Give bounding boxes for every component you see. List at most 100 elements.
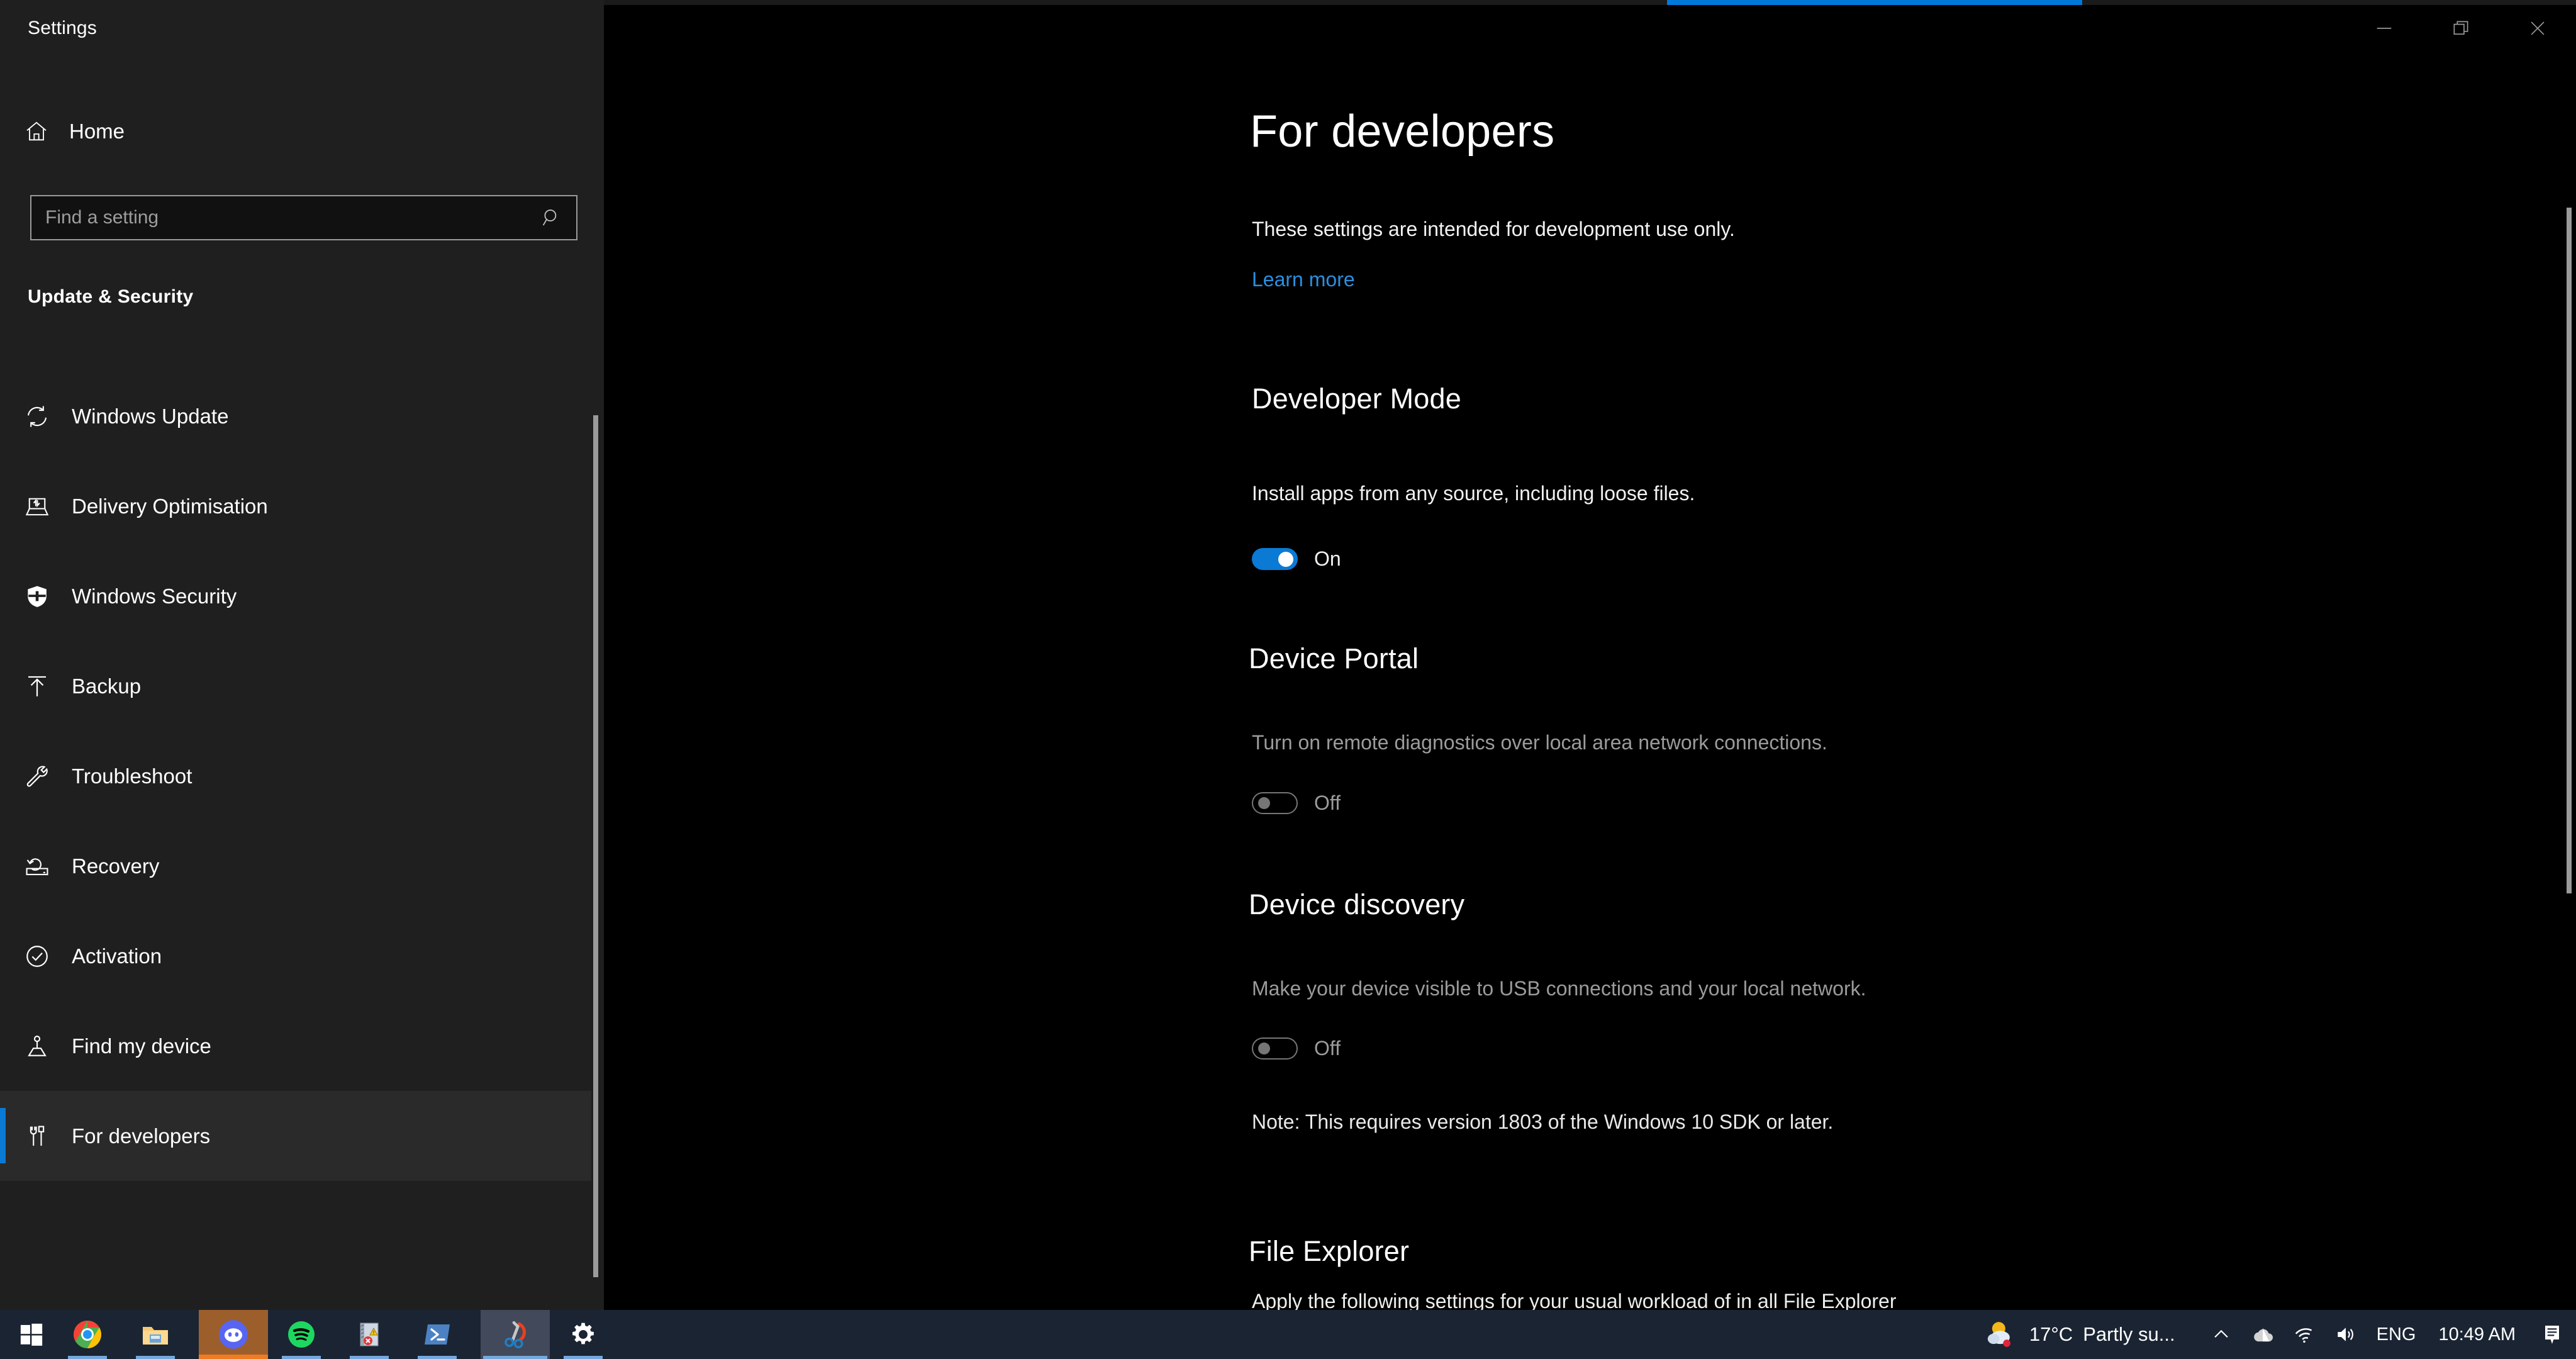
weather-description: Partly su... <box>2083 1323 2175 1345</box>
intro-text: These settings are intended for developm… <box>1252 218 1735 240</box>
map-pin-icon <box>24 1033 62 1060</box>
weather-partly-sunny-icon <box>1987 1322 2010 1347</box>
language-indicator[interactable]: ENG <box>2367 1324 2426 1345</box>
main-content: For developers These settings are intend… <box>604 5 2576 1310</box>
taskbar-running-indicator <box>483 1356 547 1359</box>
top-accent-track <box>604 0 2576 5</box>
sidebar-item-label: Troubleshoot <box>72 764 192 788</box>
sidebar-item-home[interactable]: Home <box>0 104 591 159</box>
wrench-icon <box>24 763 62 790</box>
sidebar-item-windows-security[interactable]: Windows Security <box>0 551 591 641</box>
developer-mode-toggle[interactable] <box>1252 548 1298 570</box>
device-discovery-toggle[interactable] <box>1252 1037 1298 1060</box>
device-discovery-toggle-state: Off <box>1314 1037 1341 1060</box>
gear-icon <box>572 1323 594 1345</box>
sidebar-item-activation[interactable]: Activation <box>0 911 591 1001</box>
sidebar-item-label: Windows Security <box>72 584 237 608</box>
sidebar-item-for-developers[interactable]: For developers <box>0 1091 591 1181</box>
taskbar-item-spotify[interactable] <box>277 1310 326 1359</box>
section-heading-file-explorer: File Explorer <box>1249 1235 1410 1267</box>
taskbar-item-notepad-error[interactable]: ! <box>345 1310 394 1359</box>
wifi-icon <box>2295 1328 2312 1343</box>
recovery-icon <box>24 853 62 880</box>
taskbar-item-file-explorer[interactable] <box>131 1310 180 1359</box>
tools-icon <box>24 1123 62 1149</box>
settings-sidebar: Settings Home Update & Security <box>0 0 604 1310</box>
sidebar-item-find-my-device[interactable]: Find my device <box>0 1001 591 1091</box>
sidebar-scrollbar-thumb[interactable] <box>593 415 598 1277</box>
sidebar-item-label: Delivery Optimisation <box>72 494 268 518</box>
onedrive-icon <box>2253 1328 2273 1342</box>
upload-arrow-icon <box>24 673 62 700</box>
sidebar-item-delivery-optimisation[interactable]: Delivery Optimisation <box>0 461 591 551</box>
sidebar-item-troubleshoot[interactable]: Troubleshoot <box>0 731 591 821</box>
developer-mode-toggle-row: On <box>1252 547 1341 571</box>
taskbar-item-chrome[interactable] <box>63 1310 112 1359</box>
toggle-knob <box>1258 797 1270 809</box>
discord-icon <box>219 1320 248 1349</box>
sidebar-item-windows-update[interactable]: Windows Update <box>0 371 591 461</box>
developer-mode-toggle-state: On <box>1314 547 1341 570</box>
minimize-button[interactable] <box>2346 0 2423 57</box>
taskbar-running-indicator <box>564 1356 603 1359</box>
main-scrollbar-thumb[interactable] <box>2567 208 2572 893</box>
taskbar-item-snipping-tool[interactable] <box>481 1310 550 1359</box>
learn-more-link[interactable]: Learn more <box>1252 268 1355 291</box>
taskbar-weather-widget[interactable]: 17°C Partly su... <box>1984 1317 2175 1352</box>
close-icon <box>2531 21 2545 35</box>
top-accent-fill <box>1667 0 2082 5</box>
toggle-knob <box>1258 1043 1270 1054</box>
taskbar-running-indicator <box>136 1356 175 1359</box>
device-portal-toggle-state: Off <box>1314 791 1341 814</box>
search-box[interactable] <box>30 195 577 240</box>
check-circle-icon <box>24 943 62 970</box>
taskbar-running-indicator <box>199 1355 268 1359</box>
file-explorer-icon <box>143 1327 168 1345</box>
onedrive-tray-icon-button[interactable] <box>2242 1310 2283 1359</box>
taskbar-running-indicator <box>282 1356 321 1359</box>
network-tray-icon-button[interactable] <box>2283 1310 2325 1359</box>
restore-button[interactable] <box>2423 0 2499 57</box>
device-portal-toggle[interactable] <box>1252 792 1298 814</box>
desktop-root: Settings Home Update & Security <box>0 0 2576 1359</box>
windows-logo-icon <box>20 1323 43 1346</box>
taskbar-item-discord[interactable] <box>199 1310 268 1359</box>
clock[interactable]: 10:49 AM <box>2426 1324 2528 1345</box>
section-heading-developer-mode: Developer Mode <box>1252 383 1461 415</box>
sidebar-item-label: Home <box>69 120 125 143</box>
file-explorer-description-clipped: Apply the following settings for your us… <box>1252 1290 1897 1310</box>
window-title: Settings <box>28 18 97 38</box>
taskbar-item-settings[interactable] <box>559 1310 608 1359</box>
taskbar-running-indicator <box>68 1356 107 1359</box>
volume-tray-icon-button[interactable] <box>2325 1310 2367 1359</box>
taskbar-app-list: ! <box>63 1310 627 1359</box>
shield-icon <box>24 583 62 610</box>
sidebar-item-label: For developers <box>72 1124 211 1148</box>
start-button[interactable] <box>0 1310 63 1359</box>
search-icon[interactable] <box>536 207 562 228</box>
device-discovery-toggle-row: Off <box>1252 1037 1341 1060</box>
taskbar-item-powershell[interactable] <box>413 1310 462 1359</box>
toggle-knob <box>1278 552 1293 567</box>
spotify-icon <box>288 1321 315 1348</box>
home-icon <box>24 119 60 144</box>
section-description-device-portal: Turn on remote diagnostics over local ar… <box>1252 731 1827 754</box>
minimize-icon <box>2377 28 2392 29</box>
sidebar-item-recovery[interactable]: Recovery <box>0 821 591 911</box>
sidebar-item-label: Find my device <box>72 1034 211 1058</box>
window-controls <box>2346 0 2576 57</box>
svg-text:!: ! <box>373 1330 374 1336</box>
sidebar-item-backup[interactable]: Backup <box>0 641 591 731</box>
search-input[interactable] <box>45 207 536 228</box>
snipping-tool-icon <box>505 1321 527 1349</box>
close-button[interactable] <box>2499 0 2576 57</box>
weather-temperature: 17°C <box>2029 1323 2073 1345</box>
taskbar-running-indicator <box>418 1356 457 1359</box>
action-center-button[interactable] <box>2528 1322 2576 1347</box>
show-hidden-icons-button[interactable] <box>2200 1310 2242 1359</box>
section-description-developer-mode: Install apps from any source, including … <box>1252 482 1695 505</box>
sidebar-item-label: Activation <box>72 944 162 968</box>
page-title: For developers <box>1250 106 1555 157</box>
sidebar-group-title: Update & Security <box>28 286 194 307</box>
chevron-up-icon <box>2214 1329 2228 1338</box>
